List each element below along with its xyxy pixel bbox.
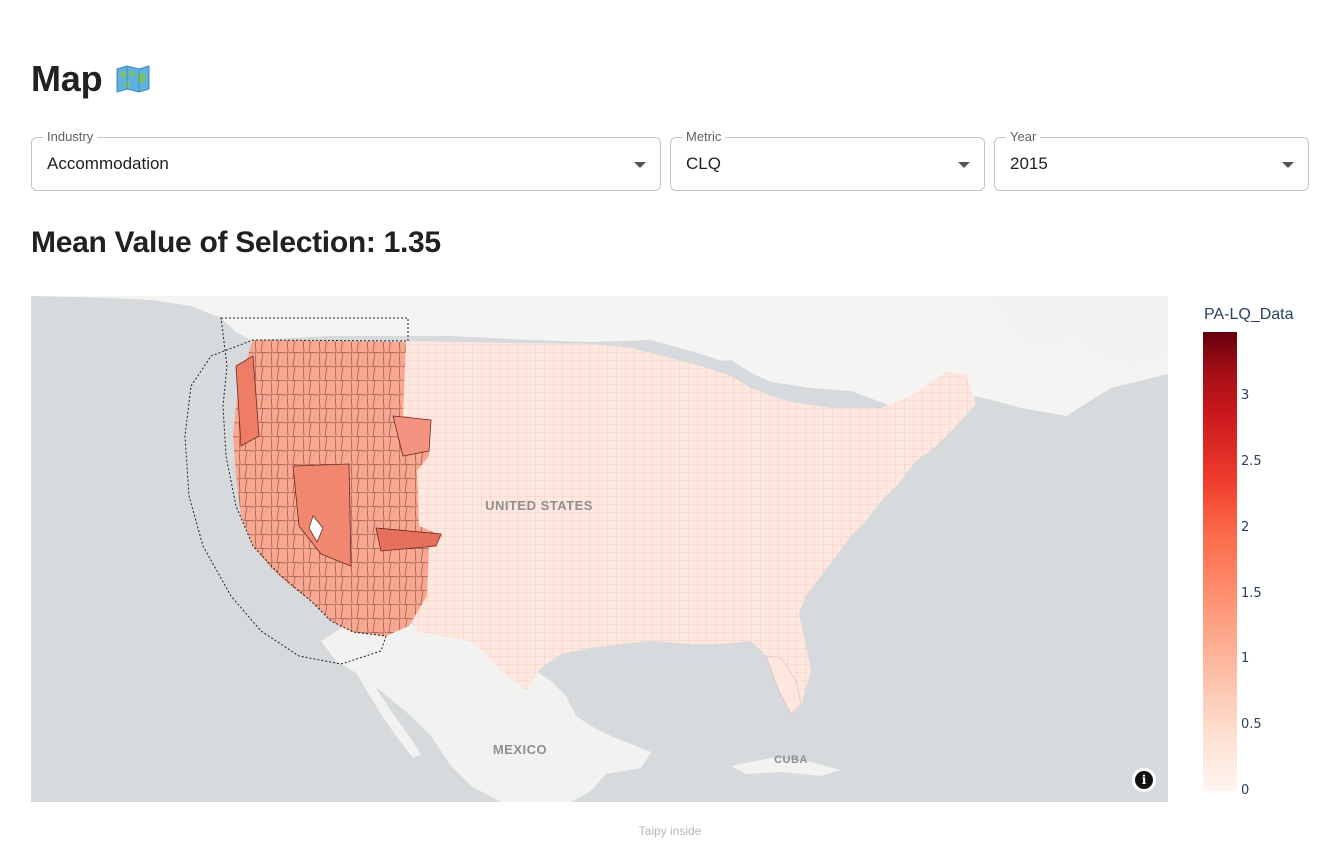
colorbar-tick: 0.5 (1241, 717, 1262, 732)
footer-text[interactable]: Taipy inside (0, 824, 1335, 838)
label-united-states: UNITED STATES (485, 498, 593, 513)
map-canvas[interactable]: UNITED STATES MEXICO CUBA (31, 296, 1168, 802)
metric-select[interactable]: Metric CLQ (670, 129, 985, 191)
industry-label: Industry (43, 129, 98, 144)
chevron-down-icon (958, 162, 970, 168)
mean-value-heading: Mean Value of Selection: 1.35 (31, 226, 441, 259)
colorbar (1203, 332, 1237, 791)
metric-value: CLQ (686, 154, 721, 173)
year-value: 2015 (1010, 154, 1048, 173)
year-select[interactable]: Year 2015 (994, 129, 1309, 191)
colorbar-tick: 3 (1241, 388, 1250, 403)
chevron-down-icon (634, 162, 646, 168)
colorbar-tick: 0 (1241, 783, 1250, 798)
industry-select[interactable]: Industry Accommodation (31, 129, 661, 191)
colorbar-tick: 2 (1241, 520, 1250, 535)
label-cuba: CUBA (774, 754, 808, 766)
colorbar-tick: 2.5 (1241, 454, 1262, 469)
map-info-button[interactable]: i (1132, 768, 1156, 792)
choropleth-map[interactable]: UNITED STATES MEXICO CUBA i (31, 296, 1168, 802)
info-icon: i (1135, 771, 1153, 789)
colorbar-tick: 1 (1241, 651, 1250, 666)
colorbar-tick: 1.5 (1241, 586, 1262, 601)
page-title-text: Map (31, 58, 103, 99)
label-mexico: MEXICO (493, 742, 547, 757)
colorbar-title: PA-LQ_Data (1204, 306, 1294, 323)
year-label: Year (1006, 129, 1041, 144)
industry-value: Accommodation (47, 154, 169, 173)
chevron-down-icon (1282, 162, 1294, 168)
world-map-icon (116, 65, 150, 93)
metric-label: Metric (682, 129, 726, 144)
page-title: Map (31, 58, 150, 100)
